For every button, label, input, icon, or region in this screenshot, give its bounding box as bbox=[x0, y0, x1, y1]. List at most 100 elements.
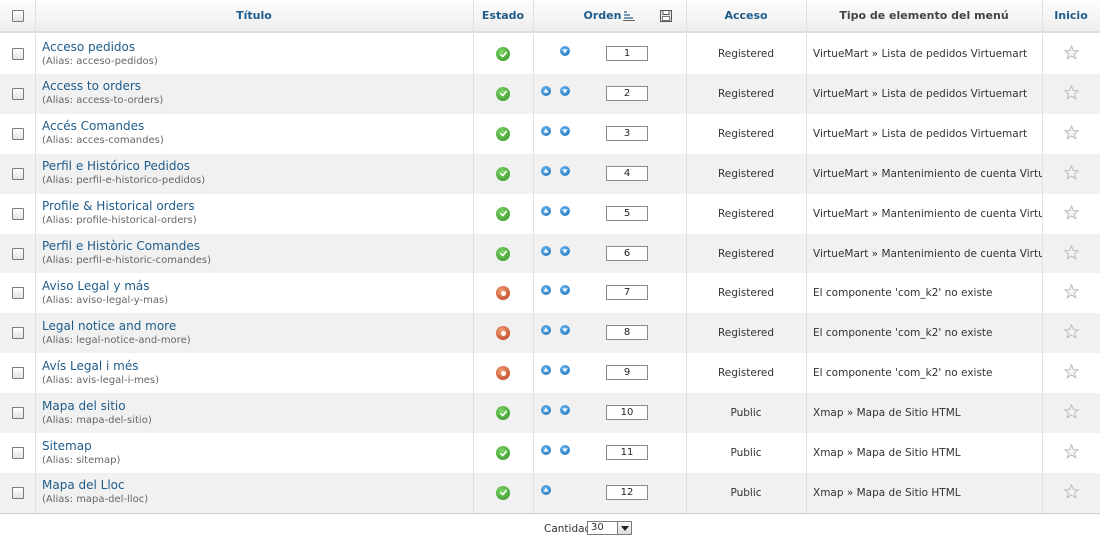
move-down-icon[interactable] bbox=[560, 165, 570, 176]
item-title-link[interactable]: Legal notice and more bbox=[42, 319, 176, 334]
item-title-link[interactable]: Aviso Legal y más bbox=[42, 279, 150, 294]
item-title-link[interactable]: Acceso pedidos bbox=[42, 40, 135, 55]
move-down-icon[interactable] bbox=[560, 405, 570, 416]
order-input[interactable]: 2 bbox=[606, 85, 648, 101]
move-up-icon[interactable] bbox=[541, 445, 551, 455]
order-input[interactable]: 11 bbox=[606, 445, 648, 460]
item-title-link[interactable]: Perfil e Histórico Pedidos bbox=[42, 159, 190, 174]
move-down-icon[interactable] bbox=[560, 245, 570, 256]
item-title-link[interactable]: Perfil e Històric Comandes bbox=[42, 239, 200, 254]
save-order-icon[interactable] bbox=[660, 10, 672, 22]
order-input[interactable]: 10 bbox=[606, 405, 648, 421]
published-check-icon[interactable] bbox=[496, 446, 510, 460]
move-up-icon[interactable] bbox=[541, 325, 551, 336]
move-up-icon[interactable] bbox=[541, 484, 551, 495]
move-down-icon[interactable] bbox=[560, 325, 570, 336]
move-down-icon[interactable] bbox=[560, 365, 570, 376]
item-title-link[interactable]: Access to orders bbox=[42, 79, 141, 94]
star-icon[interactable] bbox=[1062, 84, 1080, 103]
published-check-icon[interactable] bbox=[496, 246, 510, 261]
move-up-icon[interactable] bbox=[541, 165, 551, 176]
order-input[interactable]: 7 bbox=[606, 285, 648, 301]
published-check-icon[interactable] bbox=[496, 126, 510, 141]
row-checkbox[interactable] bbox=[11, 87, 24, 100]
star-icon[interactable] bbox=[1062, 284, 1080, 302]
unpublished-icon[interactable] bbox=[496, 366, 510, 381]
published-check-icon[interactable] bbox=[496, 206, 510, 221]
row-checkbox[interactable] bbox=[11, 486, 24, 499]
move-up-icon[interactable] bbox=[541, 125, 551, 136]
move-up-icon[interactable] bbox=[541, 365, 551, 376]
order-input[interactable]: 6 bbox=[606, 245, 648, 261]
published-check-icon[interactable] bbox=[496, 86, 510, 101]
star-icon[interactable] bbox=[1062, 244, 1080, 263]
order-input[interactable]: 8 bbox=[606, 325, 648, 341]
published-check-icon[interactable] bbox=[496, 485, 510, 500]
row-checkbox[interactable] bbox=[11, 167, 24, 180]
move-down-icon[interactable] bbox=[560, 445, 570, 455]
star-icon[interactable] bbox=[1062, 403, 1080, 422]
column-titulo[interactable]: Título bbox=[35, 0, 473, 31]
row-checkbox[interactable] bbox=[11, 127, 24, 140]
row-checkbox-cell bbox=[0, 473, 35, 513]
row-checkbox[interactable] bbox=[11, 48, 24, 60]
row-checkbox[interactable] bbox=[11, 287, 24, 300]
order-input[interactable]: 12 bbox=[606, 484, 648, 500]
row-checkbox[interactable] bbox=[11, 447, 24, 459]
row-checkbox[interactable] bbox=[11, 247, 24, 260]
table-row: Accés Comandes (Alias: acces-comandes) 3… bbox=[0, 113, 1100, 154]
order-input[interactable]: 5 bbox=[606, 205, 648, 221]
move-down-icon[interactable] bbox=[560, 205, 570, 216]
star-icon[interactable] bbox=[1062, 443, 1080, 462]
access-cell: Registered bbox=[686, 34, 806, 74]
access-level: Registered bbox=[717, 48, 775, 60]
column-orden[interactable]: Orden bbox=[533, 0, 686, 31]
row-checkbox[interactable] bbox=[11, 327, 24, 340]
move-down-icon[interactable] bbox=[560, 85, 570, 96]
order-input[interactable]: 9 bbox=[606, 365, 648, 381]
move-up-icon[interactable] bbox=[541, 245, 551, 256]
published-check-icon[interactable] bbox=[496, 406, 510, 421]
published-check-icon[interactable] bbox=[496, 47, 510, 61]
item-title-link[interactable]: Accés Comandes bbox=[42, 119, 144, 134]
row-checkbox[interactable] bbox=[11, 207, 24, 220]
published-check-icon[interactable] bbox=[496, 166, 510, 181]
star-icon[interactable] bbox=[1062, 204, 1080, 223]
item-title-link[interactable]: Profile & Historical orders bbox=[42, 199, 195, 214]
chevron-down-icon[interactable] bbox=[617, 522, 631, 534]
move-up-icon[interactable] bbox=[541, 205, 551, 216]
unpublished-icon[interactable] bbox=[496, 286, 510, 301]
move-up-icon[interactable] bbox=[541, 85, 551, 96]
access-level: Registered bbox=[717, 327, 775, 340]
star-icon[interactable] bbox=[1062, 483, 1080, 502]
unpublished-icon[interactable] bbox=[496, 326, 510, 341]
star-icon[interactable] bbox=[1062, 44, 1080, 63]
item-title-link[interactable]: Mapa del Lloc bbox=[42, 478, 125, 493]
move-down-icon[interactable] bbox=[560, 46, 570, 56]
move-up-icon[interactable] bbox=[541, 285, 551, 296]
order-input[interactable]: 3 bbox=[606, 125, 648, 141]
move-up-icon[interactable] bbox=[541, 405, 551, 416]
order-input[interactable]: 1 bbox=[606, 46, 648, 61]
item-title-link[interactable]: Sitemap bbox=[42, 439, 92, 454]
star-icon[interactable] bbox=[1062, 124, 1080, 143]
star-icon[interactable] bbox=[1062, 363, 1080, 382]
select-all-checkbox[interactable] bbox=[11, 9, 24, 22]
star-icon[interactable] bbox=[1062, 323, 1080, 342]
row-checkbox[interactable] bbox=[11, 407, 24, 420]
move-down-icon[interactable] bbox=[560, 285, 570, 296]
alias-value: mapa-del-sitio bbox=[76, 414, 148, 426]
cantidad-select[interactable]: 30 bbox=[587, 521, 632, 535]
column-estado[interactable]: Estado bbox=[473, 0, 533, 31]
item-title-link[interactable]: Mapa del sitio bbox=[42, 399, 126, 414]
row-checkbox[interactable] bbox=[11, 367, 24, 380]
column-acceso[interactable]: Acceso bbox=[686, 0, 806, 31]
column-inicio[interactable]: Inicio bbox=[1042, 0, 1100, 31]
row-checkbox-cell bbox=[0, 34, 35, 74]
select-all-cell bbox=[0, 0, 35, 31]
status-cell bbox=[473, 74, 533, 114]
star-icon[interactable] bbox=[1062, 164, 1080, 183]
order-input[interactable]: 4 bbox=[606, 165, 648, 181]
item-title-link[interactable]: Avís Legal i més bbox=[42, 359, 138, 374]
move-down-icon[interactable] bbox=[560, 125, 570, 136]
